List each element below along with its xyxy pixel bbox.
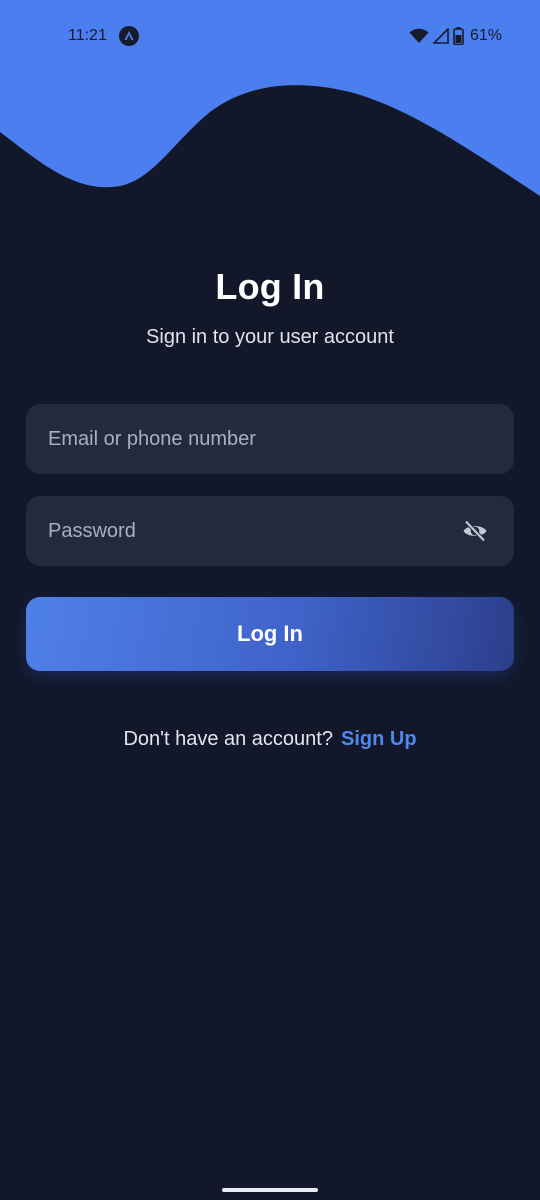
eye-off-icon[interactable] — [462, 519, 488, 543]
status-bar: 11:21 61% — [0, 0, 540, 72]
gesture-nav-handle[interactable] — [222, 1188, 318, 1192]
email-field-container — [26, 404, 514, 474]
login-screen: 11:21 61% Log In Sign in to your user ac… — [0, 0, 540, 1200]
signup-prompt-text: Don't have an account? — [123, 728, 333, 750]
signal-icon — [432, 28, 449, 44]
password-field-container — [26, 496, 514, 566]
page-title: Log In — [215, 266, 325, 307]
page-subtitle: Sign in to your user account — [146, 326, 394, 348]
battery-icon — [453, 27, 464, 45]
login-button[interactable]: Log In — [26, 597, 514, 671]
status-time: 11:21 — [68, 27, 107, 44]
battery-percent: 61% — [469, 27, 502, 44]
signup-link[interactable]: Sign Up — [341, 728, 417, 750]
app-notification-icon — [119, 26, 139, 46]
wifi-icon — [409, 28, 429, 43]
password-input[interactable] — [26, 496, 514, 566]
email-input[interactable] — [26, 404, 514, 474]
status-icons: 61% — [409, 26, 502, 46]
signup-prompt-row: Don't have an account? Sign Up — [0, 728, 540, 751]
